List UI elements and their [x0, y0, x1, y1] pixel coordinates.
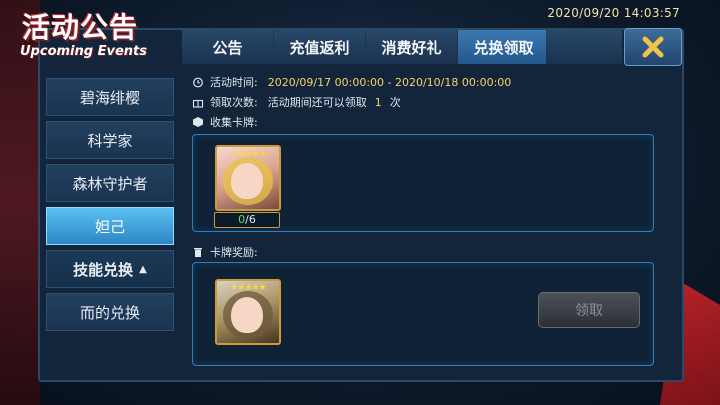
- sidebar-item-label: 科学家: [87, 131, 133, 150]
- tab-recharge-rebate[interactable]: 充值返利: [274, 30, 366, 64]
- claim-count-number: 1: [374, 95, 382, 109]
- sidebar: 碧海绯樱 科学家 森林守护者 妲己 技能兑换 ▲ 而的兑换: [46, 78, 174, 331]
- card-stars: ★★★★★: [230, 149, 266, 159]
- gift-icon: [192, 99, 204, 108]
- claim-count-unit: 次: [389, 96, 401, 109]
- datetime-display: 2020/09/20 14:03:57: [547, 6, 680, 20]
- sidebar-item-bihai-feiying[interactable]: 碧海绯樱: [46, 78, 174, 116]
- event-time-value: 2020/09/17 00:00:00 - 2020/10/18 00:00:0…: [267, 75, 512, 89]
- collect-progress: 0/6: [214, 212, 280, 228]
- event-logo: 活动公告 Upcoming Events: [16, 4, 176, 64]
- event-time-row: 活动时间: 2020/09/17 00:00:00 - 2020/10/18 0…: [192, 74, 511, 90]
- card-art-face: [231, 297, 263, 333]
- sidebar-item-scientist[interactable]: 科学家: [46, 121, 174, 159]
- sidebar-item-label: 技能兑换: [73, 260, 134, 279]
- logo-title-cn: 活动公告: [22, 11, 139, 44]
- alarm-clock-icon: [193, 77, 203, 88]
- card-reward-row: 卡牌奖励:: [192, 244, 258, 260]
- claim-button[interactable]: 领取: [538, 292, 640, 328]
- sidebar-item-exchange[interactable]: 而的兑换: [46, 293, 174, 331]
- event-content: 活动时间: 2020/09/17 00:00:00 - 2020/10/18 0…: [184, 68, 674, 372]
- logo-title-en: Upcoming Events: [20, 44, 147, 59]
- card-stars: ★★★★★: [230, 283, 266, 293]
- event-time-label: 活动时间:: [210, 76, 258, 89]
- card-art-face: [231, 163, 263, 199]
- sidebar-item-label: 碧海绯樱: [79, 88, 140, 107]
- reward-card[interactable]: ★★★★★: [215, 279, 281, 345]
- sidebar-item-forest-guardian[interactable]: 森林守护者: [46, 164, 174, 202]
- collect-card[interactable]: ★★★★★: [215, 145, 281, 211]
- close-icon: [642, 36, 664, 58]
- claim-count-row: 领取次数: 活动期间还可以领取 1 次: [192, 94, 401, 110]
- tab-exchange-claim[interactable]: 兑换领取: [458, 30, 550, 64]
- tab-announcement[interactable]: 公告: [182, 30, 274, 64]
- tab-bar: 公告 充值返利 消费好礼 兑换领取: [182, 30, 550, 64]
- sidebar-item-label: 而的兑换: [79, 303, 140, 322]
- progress-total: 6: [248, 213, 256, 226]
- card-reward-label: 卡牌奖励:: [210, 246, 258, 259]
- cube-icon: [193, 117, 203, 127]
- tab-bar-filler: [546, 30, 622, 64]
- collect-cards-label: 收集卡牌:: [210, 116, 258, 129]
- sidebar-item-label: 妲己: [94, 217, 125, 236]
- collect-cards-row: 收集卡牌:: [192, 114, 258, 130]
- chevron-up-icon: ▲: [139, 263, 147, 275]
- trash-icon: [194, 248, 202, 257]
- close-button[interactable]: [624, 28, 682, 66]
- sidebar-item-daji[interactable]: 妲己: [46, 207, 174, 245]
- sidebar-item-label: 森林守护者: [72, 174, 148, 193]
- sidebar-item-skill-exchange[interactable]: 技能兑换 ▲: [46, 250, 174, 288]
- claim-count-text: 活动期间还可以领取: [267, 96, 367, 109]
- claim-count-label: 领取次数:: [210, 96, 258, 109]
- tab-spending-rewards[interactable]: 消费好礼: [366, 30, 458, 64]
